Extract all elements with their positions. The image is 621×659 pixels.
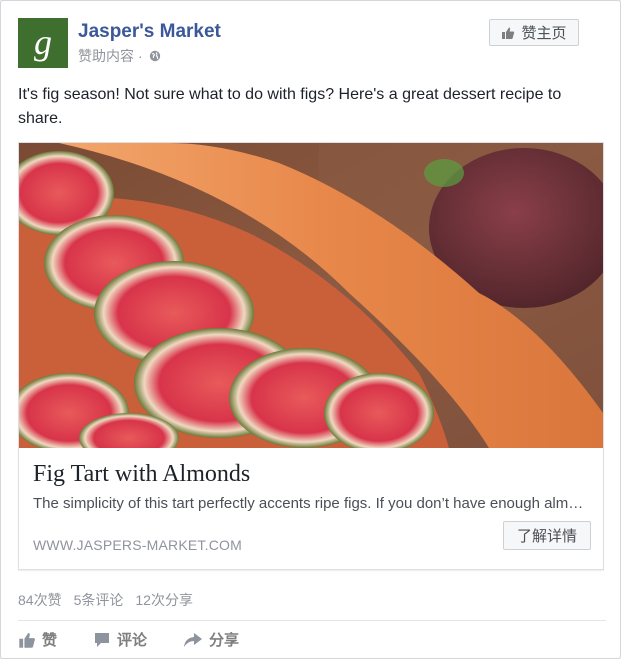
fig-tart-photo: [19, 143, 603, 448]
shares-count[interactable]: 12次分享: [135, 590, 193, 610]
like-page-button[interactable]: 赞主页: [489, 19, 579, 46]
comment-icon: [95, 632, 110, 647]
svg-text:g: g: [34, 22, 52, 62]
like-button[interactable]: 赞: [18, 629, 57, 650]
link-title[interactable]: Fig Tart with Almonds: [33, 461, 250, 488]
globe-icon: [149, 50, 160, 62]
comment-button[interactable]: 评论: [93, 629, 147, 650]
share-icon: [184, 632, 203, 647]
share-button[interactable]: 分享: [183, 629, 239, 650]
divider: [18, 620, 606, 621]
sponsored-label: 赞助内容: [78, 48, 134, 64]
likes-count[interactable]: 84次赞: [18, 590, 62, 610]
fig-tart-image[interactable]: [19, 143, 603, 448]
action-bar: 赞 评论 分享: [18, 629, 275, 650]
link-preview-card[interactable]: Fig Tart with Almonds The simplicity of …: [18, 142, 604, 570]
jaspers-market-logo-icon: g: [34, 22, 52, 62]
link-description: The simplicity of this tart perfectly ac…: [33, 495, 589, 512]
sponsored-post-card: g Jasper's Market 赞助内容 · 赞主页 It's fig se…: [0, 0, 621, 659]
like-label: 赞: [42, 632, 58, 649]
page-name-link[interactable]: Jasper's Market: [78, 21, 221, 43]
sponsored-line: 赞助内容 ·: [78, 46, 161, 66]
post-message: It's fig season! Not sure what to do wit…: [18, 86, 562, 127]
separator-dot: ·: [138, 48, 143, 64]
comments-count[interactable]: 5条评论: [74, 590, 124, 610]
learn-more-button[interactable]: 了解详情: [503, 521, 591, 550]
engagement-stats: 84次赞 5条评论 12次分享: [18, 590, 193, 610]
link-domain: WWW.JASPERS-MARKET.COM: [33, 537, 242, 553]
share-label: 分享: [209, 632, 240, 649]
page-logo[interactable]: g: [18, 18, 68, 68]
like-page-label: 赞主页: [521, 25, 567, 42]
thumbs-up-icon: [502, 27, 515, 39]
comment-label: 评论: [117, 632, 148, 649]
thumbs-up-icon: [19, 632, 35, 648]
